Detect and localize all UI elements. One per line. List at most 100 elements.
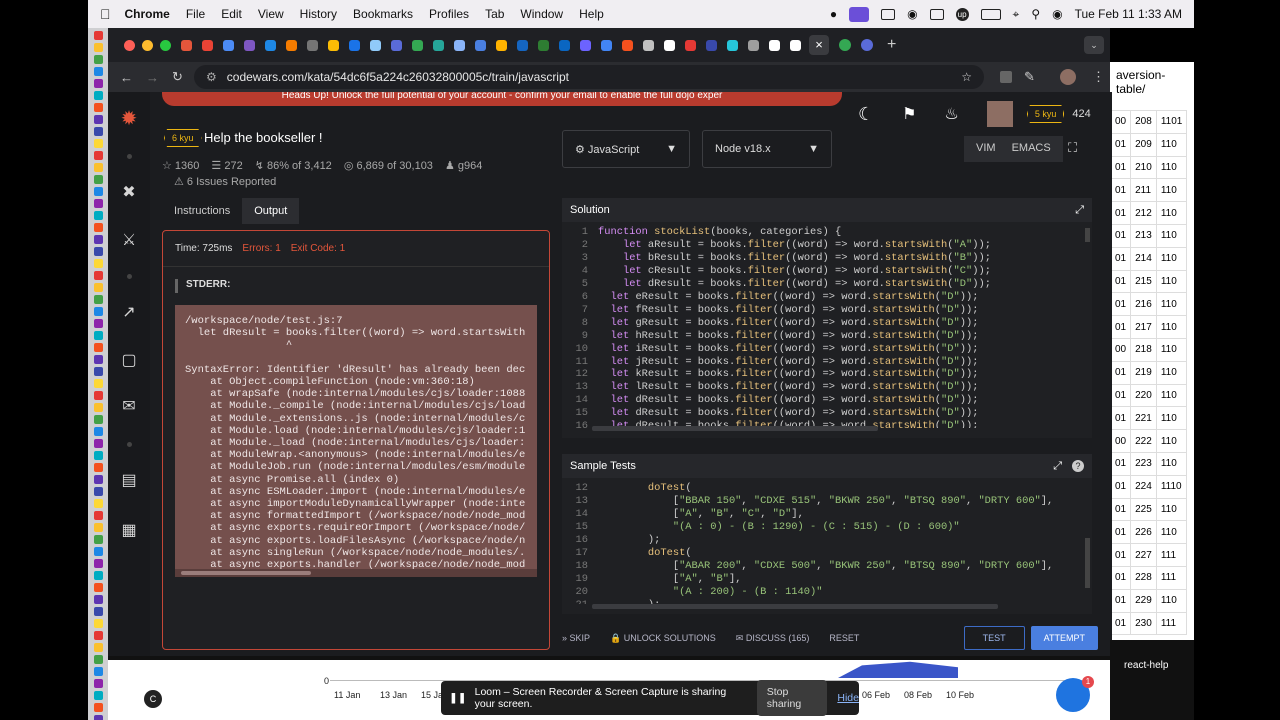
stop-sharing-button[interactable]: Stop sharing — [756, 680, 828, 716]
clock[interactable]: Tue Feb 11 1:33 AM — [1075, 7, 1182, 21]
help-icon[interactable]: ? — [1072, 459, 1084, 472]
dock-app-icon[interactable] — [93, 163, 103, 172]
tests-h-scrollbar[interactable] — [592, 604, 998, 609]
code-line[interactable]: 2 let aResult = books.filter((word) => w… — [566, 239, 1092, 252]
dock-app-icon[interactable] — [93, 367, 103, 376]
code-line[interactable]: 6 let eResult = books.filter((word) => w… — [566, 291, 1092, 304]
dock-app-icon[interactable] — [93, 283, 103, 292]
tab-instructions[interactable]: Instructions — [162, 198, 242, 224]
reload-icon[interactable]: ↻ — [172, 69, 183, 85]
dock-app-icon[interactable] — [93, 91, 103, 100]
tab-favicon[interactable] — [643, 39, 654, 51]
site-info-icon[interactable]: ⚙ — [206, 70, 217, 84]
menu-edit[interactable]: Edit — [221, 7, 242, 21]
language-select[interactable]: ⚙ JavaScript ▼ — [562, 130, 690, 168]
dock-app-icon[interactable] — [93, 55, 103, 64]
issues-reported[interactable]: ⚠ 6 Issues Reported — [174, 175, 276, 188]
tab-favicon[interactable] — [328, 39, 339, 51]
reset-button[interactable]: RESET — [829, 633, 859, 643]
dock-app-icon[interactable] — [93, 679, 103, 688]
dock-app-icon[interactable] — [93, 655, 103, 664]
blog-icon[interactable]: ▦ — [119, 520, 139, 539]
training-icon[interactable]: ✖ — [119, 182, 139, 201]
tab-favicon[interactable] — [475, 39, 486, 51]
code-line[interactable]: 13 let lResult = books.filter((word) => … — [566, 381, 1092, 394]
screen-record-icon[interactable] — [849, 6, 870, 22]
tab-favicon[interactable] — [622, 39, 633, 51]
dock-app-icon[interactable] — [93, 331, 103, 340]
code-line[interactable]: 14 ["A", "B", "C", "D"], — [566, 508, 1092, 521]
tab-favicon[interactable] — [244, 39, 255, 51]
control-center-icon[interactable]: ◉ — [1052, 7, 1062, 21]
dock-app-icon[interactable] — [93, 139, 103, 148]
expand-icon[interactable]: ⤢ — [1053, 460, 1062, 473]
tab-favicon[interactable] — [202, 39, 213, 51]
vpn-icon[interactable]: ◉ — [907, 7, 917, 21]
tab-favicon[interactable] — [370, 39, 381, 51]
tab-favicon[interactable] — [769, 39, 780, 51]
menu-bookmarks[interactable]: Bookmarks — [353, 7, 413, 21]
bookmark-star-icon[interactable]: ☆ — [961, 70, 972, 84]
dock-app-icon[interactable] — [93, 67, 103, 76]
code-line[interactable]: 15 let dResult = books.filter((word) => … — [566, 407, 1092, 420]
code-line[interactable]: 3 let bResult = books.filter((word) => w… — [566, 252, 1092, 265]
code-line[interactable]: 20 "(A : 200) - (B : 1140)" — [566, 586, 1092, 599]
tab-favicon[interactable] — [307, 39, 318, 51]
test-button[interactable]: TEST — [963, 626, 1025, 650]
dock-app-icon[interactable] — [93, 343, 103, 352]
dock-app-icon[interactable] — [93, 523, 103, 532]
dock-app-icon[interactable] — [93, 79, 103, 88]
chrome-menu-icon[interactable]: ⋮ — [1092, 69, 1105, 85]
dock-app-icon[interactable] — [93, 691, 103, 700]
code-line[interactable]: 12 doTest( — [566, 482, 1092, 495]
dock-app-icon[interactable] — [93, 607, 103, 616]
mic-icon[interactable]: ● — [830, 7, 837, 21]
intercom-chat-button[interactable]: 1 — [1056, 676, 1094, 712]
forward-icon[interactable]: → — [146, 70, 159, 85]
menu-app[interactable]: Chrome — [125, 7, 170, 21]
code-line[interactable]: 13 ["BBAR 150", "CDXE 515", "BKWR 250", … — [566, 495, 1092, 508]
hide-button[interactable]: Hide — [837, 692, 859, 704]
code-line[interactable]: 18 ["ABAR 200", "CDXE 500", "BKWR 250", … — [566, 560, 1092, 573]
tab-output[interactable]: Output — [242, 198, 300, 224]
dock-app-icon[interactable] — [93, 271, 103, 280]
dock-app-icon[interactable] — [93, 379, 103, 388]
menu-view[interactable]: View — [258, 7, 284, 21]
tab-favicon[interactable] — [664, 39, 675, 51]
menu-file[interactable]: File — [186, 7, 205, 21]
zoom-window-button[interactable] — [160, 39, 171, 51]
dock-app-icon[interactable] — [93, 571, 103, 580]
tab-favicon[interactable] — [538, 39, 549, 51]
dock-app-icon[interactable] — [93, 535, 103, 544]
dock-app-icon[interactable] — [93, 187, 103, 196]
dock-app-icon[interactable] — [93, 307, 103, 316]
apple-icon[interactable]:  — [100, 6, 111, 22]
dock-app-icon[interactable] — [93, 319, 103, 328]
menu-history[interactable]: History — [300, 7, 337, 21]
dock-app-icon[interactable] — [93, 259, 103, 268]
stars-stat[interactable]: ☆ 1360 — [162, 159, 199, 172]
tab-favicon[interactable] — [517, 39, 528, 51]
tab-favicon[interactable] — [412, 39, 423, 51]
collections-stat[interactable]: ☰ 272 — [211, 159, 242, 172]
tab-favicon[interactable] — [223, 39, 234, 51]
dock-app-icon[interactable] — [93, 667, 103, 676]
discussions-icon[interactable]: ✉ — [119, 396, 139, 415]
code-line[interactable]: 10 let iResult = books.filter((word) => … — [566, 343, 1092, 356]
dock-app-icon[interactable] — [93, 559, 103, 568]
practice-icon[interactable]: ⚔ — [119, 230, 139, 249]
profile-avatar[interactable] — [1060, 69, 1076, 85]
tab-favicon[interactable] — [727, 39, 738, 51]
dark-mode-icon[interactable]: ☾ — [858, 104, 874, 125]
dock-app-icon[interactable] — [93, 103, 103, 112]
battery-icon[interactable] — [980, 8, 1001, 20]
skip-button[interactable]: » SKIP — [562, 633, 590, 643]
dock-app-icon[interactable] — [93, 703, 103, 712]
tests-v-scrollbar[interactable] — [1085, 538, 1090, 588]
dock-app-icon[interactable] — [93, 199, 103, 208]
tab-favicon[interactable] — [454, 39, 465, 51]
code-line[interactable]: 15 "(A : 0) - (B : 1290) - (C : 515) - (… — [566, 521, 1092, 534]
code-line[interactable]: 7 let fResult = books.filter((word) => w… — [566, 304, 1092, 317]
dock-app-icon[interactable] — [93, 631, 103, 640]
tab-favicon[interactable] — [433, 39, 444, 51]
